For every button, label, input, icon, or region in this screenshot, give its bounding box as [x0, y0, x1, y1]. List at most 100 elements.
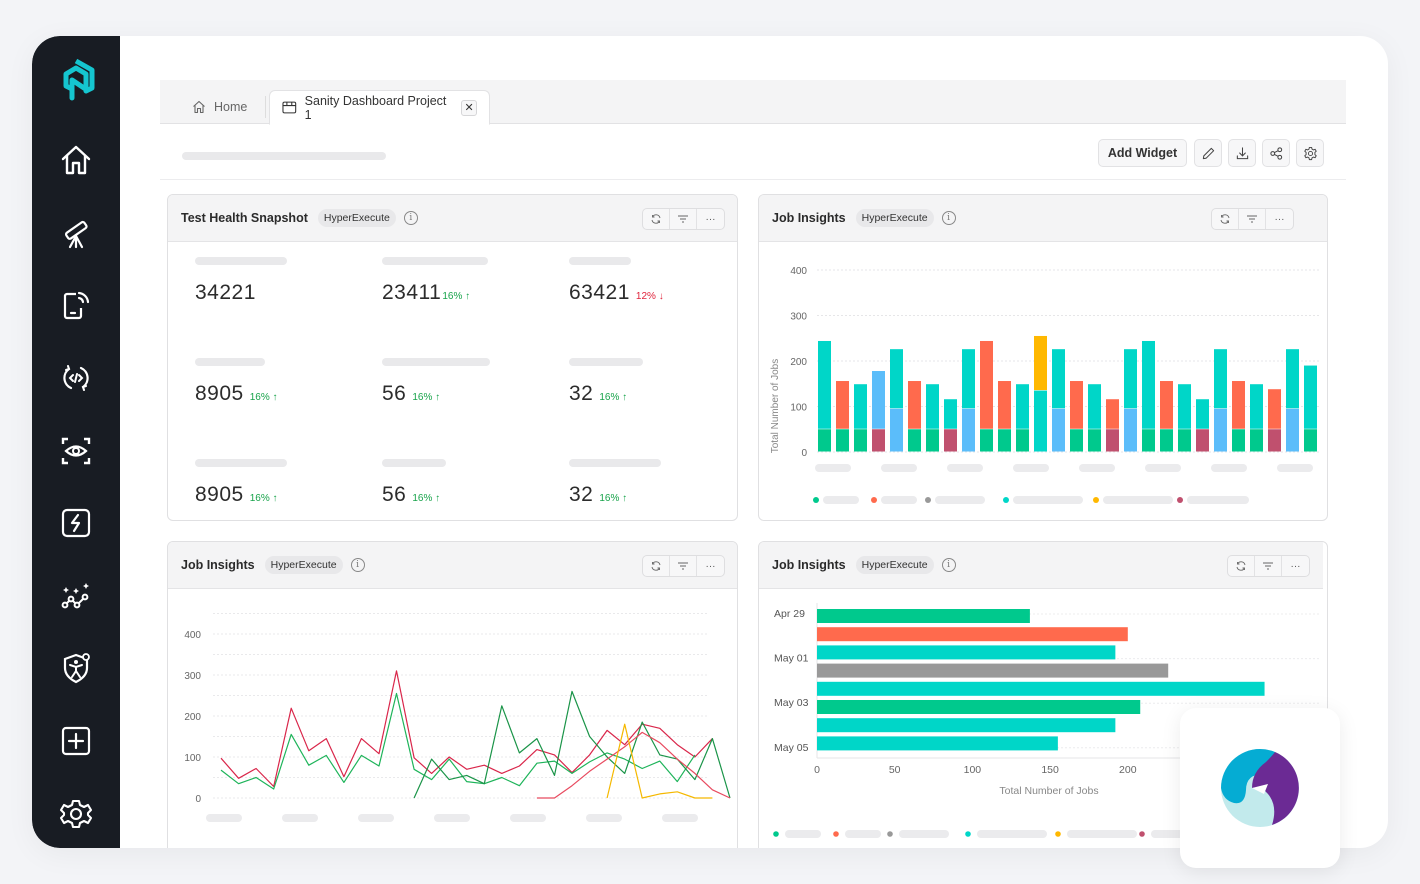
edit-button[interactable]: [1194, 139, 1222, 167]
sidebar-item-settings[interactable]: [32, 777, 120, 848]
stat-delta: 16% ↑: [249, 493, 278, 504]
more-button[interactable]: ···: [697, 556, 724, 576]
plus-box-icon: [61, 726, 91, 756]
x-tick-placeholder: [1277, 464, 1313, 472]
filter-button[interactable]: [670, 556, 697, 576]
home-icon: [61, 146, 91, 175]
refresh-button[interactable]: [643, 209, 670, 229]
y-tick-label: 200: [184, 712, 201, 723]
sidebar-item-add[interactable]: [32, 705, 120, 778]
legend-dot: [833, 831, 839, 837]
sidebar-item-insights[interactable]: [32, 560, 120, 633]
bar-segment: [1052, 349, 1065, 409]
y-tick-label: 200: [790, 357, 807, 368]
mobile-signal-icon: [63, 292, 90, 320]
telescope-icon: [64, 220, 88, 248]
refresh-button[interactable]: [643, 556, 670, 576]
more-button[interactable]: ···: [1266, 209, 1293, 229]
gear-icon: [59, 799, 93, 828]
legend-label-placeholder: [977, 830, 1047, 838]
bar-segment: [1016, 384, 1029, 429]
stat-card: 8905 16% ↑: [195, 459, 287, 507]
bar-segment: [854, 429, 867, 452]
legend-dot: [1093, 497, 1099, 503]
stat-delta: 16% ↑: [412, 392, 441, 403]
stat-value-row: 8905 16% ↑: [195, 382, 278, 406]
sidebar-item-telescope[interactable]: [32, 197, 120, 270]
stat-value-row: 56 16% ↑: [382, 382, 490, 406]
stat-value-row: 34221: [195, 281, 287, 305]
bar-segment: [1286, 408, 1299, 452]
bar-segment: [1016, 429, 1029, 452]
close-tab-button[interactable]: ✕: [461, 99, 477, 116]
stat-value: 32: [569, 483, 594, 506]
refresh-icon: [1220, 214, 1230, 224]
sidebar-item-home[interactable]: [32, 124, 120, 197]
stat-label-placeholder: [569, 257, 631, 265]
refresh-button[interactable]: [1212, 209, 1239, 229]
filter-button[interactable]: [1239, 209, 1266, 229]
filter-icon: [678, 215, 688, 223]
stat-label-placeholder: [382, 358, 490, 366]
tab-label: Sanity Dashboard Project 1: [304, 93, 447, 122]
widget-badge: HyperExecute: [855, 556, 934, 574]
x-axis-label: Total Number of Jobs: [999, 785, 1098, 797]
x-tick-label: 50: [889, 764, 901, 776]
info-icon[interactable]: i: [403, 211, 418, 225]
sidebar-item-automation[interactable]: [32, 342, 120, 415]
bar-segment: [1250, 429, 1263, 452]
settings-button[interactable]: [1296, 139, 1324, 167]
bar-segment: [944, 399, 957, 429]
info-icon[interactable]: i: [941, 558, 956, 572]
info-icon[interactable]: i: [941, 211, 956, 225]
refresh-icon: [651, 214, 661, 224]
stat-label-placeholder: [569, 358, 643, 366]
legend-dot: [925, 497, 931, 503]
tab-home[interactable]: Home: [180, 90, 259, 124]
stat-value: 56: [382, 483, 407, 506]
sidebar-item-hyperexecute[interactable]: [32, 487, 120, 560]
bar-segment: [944, 429, 957, 452]
brand-logo[interactable]: [32, 36, 120, 124]
legend-dot: [1177, 497, 1183, 503]
stat-value: 23411: [382, 281, 442, 304]
sidebar-item-accessibility[interactable]: [32, 632, 120, 705]
tab-sanity-dashboard[interactable]: Sanity Dashboard Project 1 ✕: [269, 90, 490, 125]
filter-button[interactable]: [1255, 556, 1282, 576]
y-axis-label: Total Number of Jobs: [770, 359, 781, 454]
more-button[interactable]: ···: [1282, 556, 1309, 576]
stat-card: 56 16% ↑: [382, 459, 446, 507]
widget-title: Job Insights: [181, 558, 255, 572]
stat-delta: 12% ↓: [635, 291, 664, 302]
x-tick-label: 200: [1119, 764, 1137, 776]
y-tick-label: 100: [790, 403, 807, 414]
refresh-button[interactable]: [1228, 556, 1255, 576]
x-tick-placeholder: [1145, 464, 1181, 472]
stat-value-row: 23411 16% ↑: [382, 281, 488, 305]
legend-label-placeholder: [1013, 496, 1083, 504]
widget-badge: HyperExecute: [317, 209, 396, 227]
add-widget-button[interactable]: Add Widget: [1098, 139, 1187, 167]
bar-segment: [980, 429, 993, 452]
stat-value-row: 8905 16% ↑: [195, 483, 287, 507]
filter-button[interactable]: [670, 209, 697, 229]
stat-card: 56 16% ↑: [382, 358, 490, 406]
more-icon: ···: [1290, 560, 1301, 572]
x-tick-placeholder: [510, 814, 546, 822]
download-button[interactable]: [1228, 139, 1256, 167]
lightning-box-icon: [61, 509, 91, 538]
bar-segment: [908, 429, 921, 452]
hbar: [817, 663, 1169, 678]
line-series-red: [220, 670, 713, 788]
sidebar-item-visual[interactable]: [32, 414, 120, 487]
code-sync-icon: [63, 365, 89, 392]
dashboard-title-placeholder: [182, 152, 386, 160]
x-tick-label: 100: [964, 764, 982, 776]
sidebar-item-real-device[interactable]: [32, 269, 120, 342]
floating-app-card[interactable]: [1180, 708, 1340, 868]
share-button[interactable]: [1262, 139, 1290, 167]
stat-card: 63421 12% ↓: [569, 257, 664, 305]
info-icon[interactable]: i: [350, 558, 365, 572]
more-button[interactable]: ···: [697, 209, 724, 229]
widget-job-insights-bar: Job Insights HyperExecute i ··· 0 100 200 3…: [758, 194, 1328, 521]
